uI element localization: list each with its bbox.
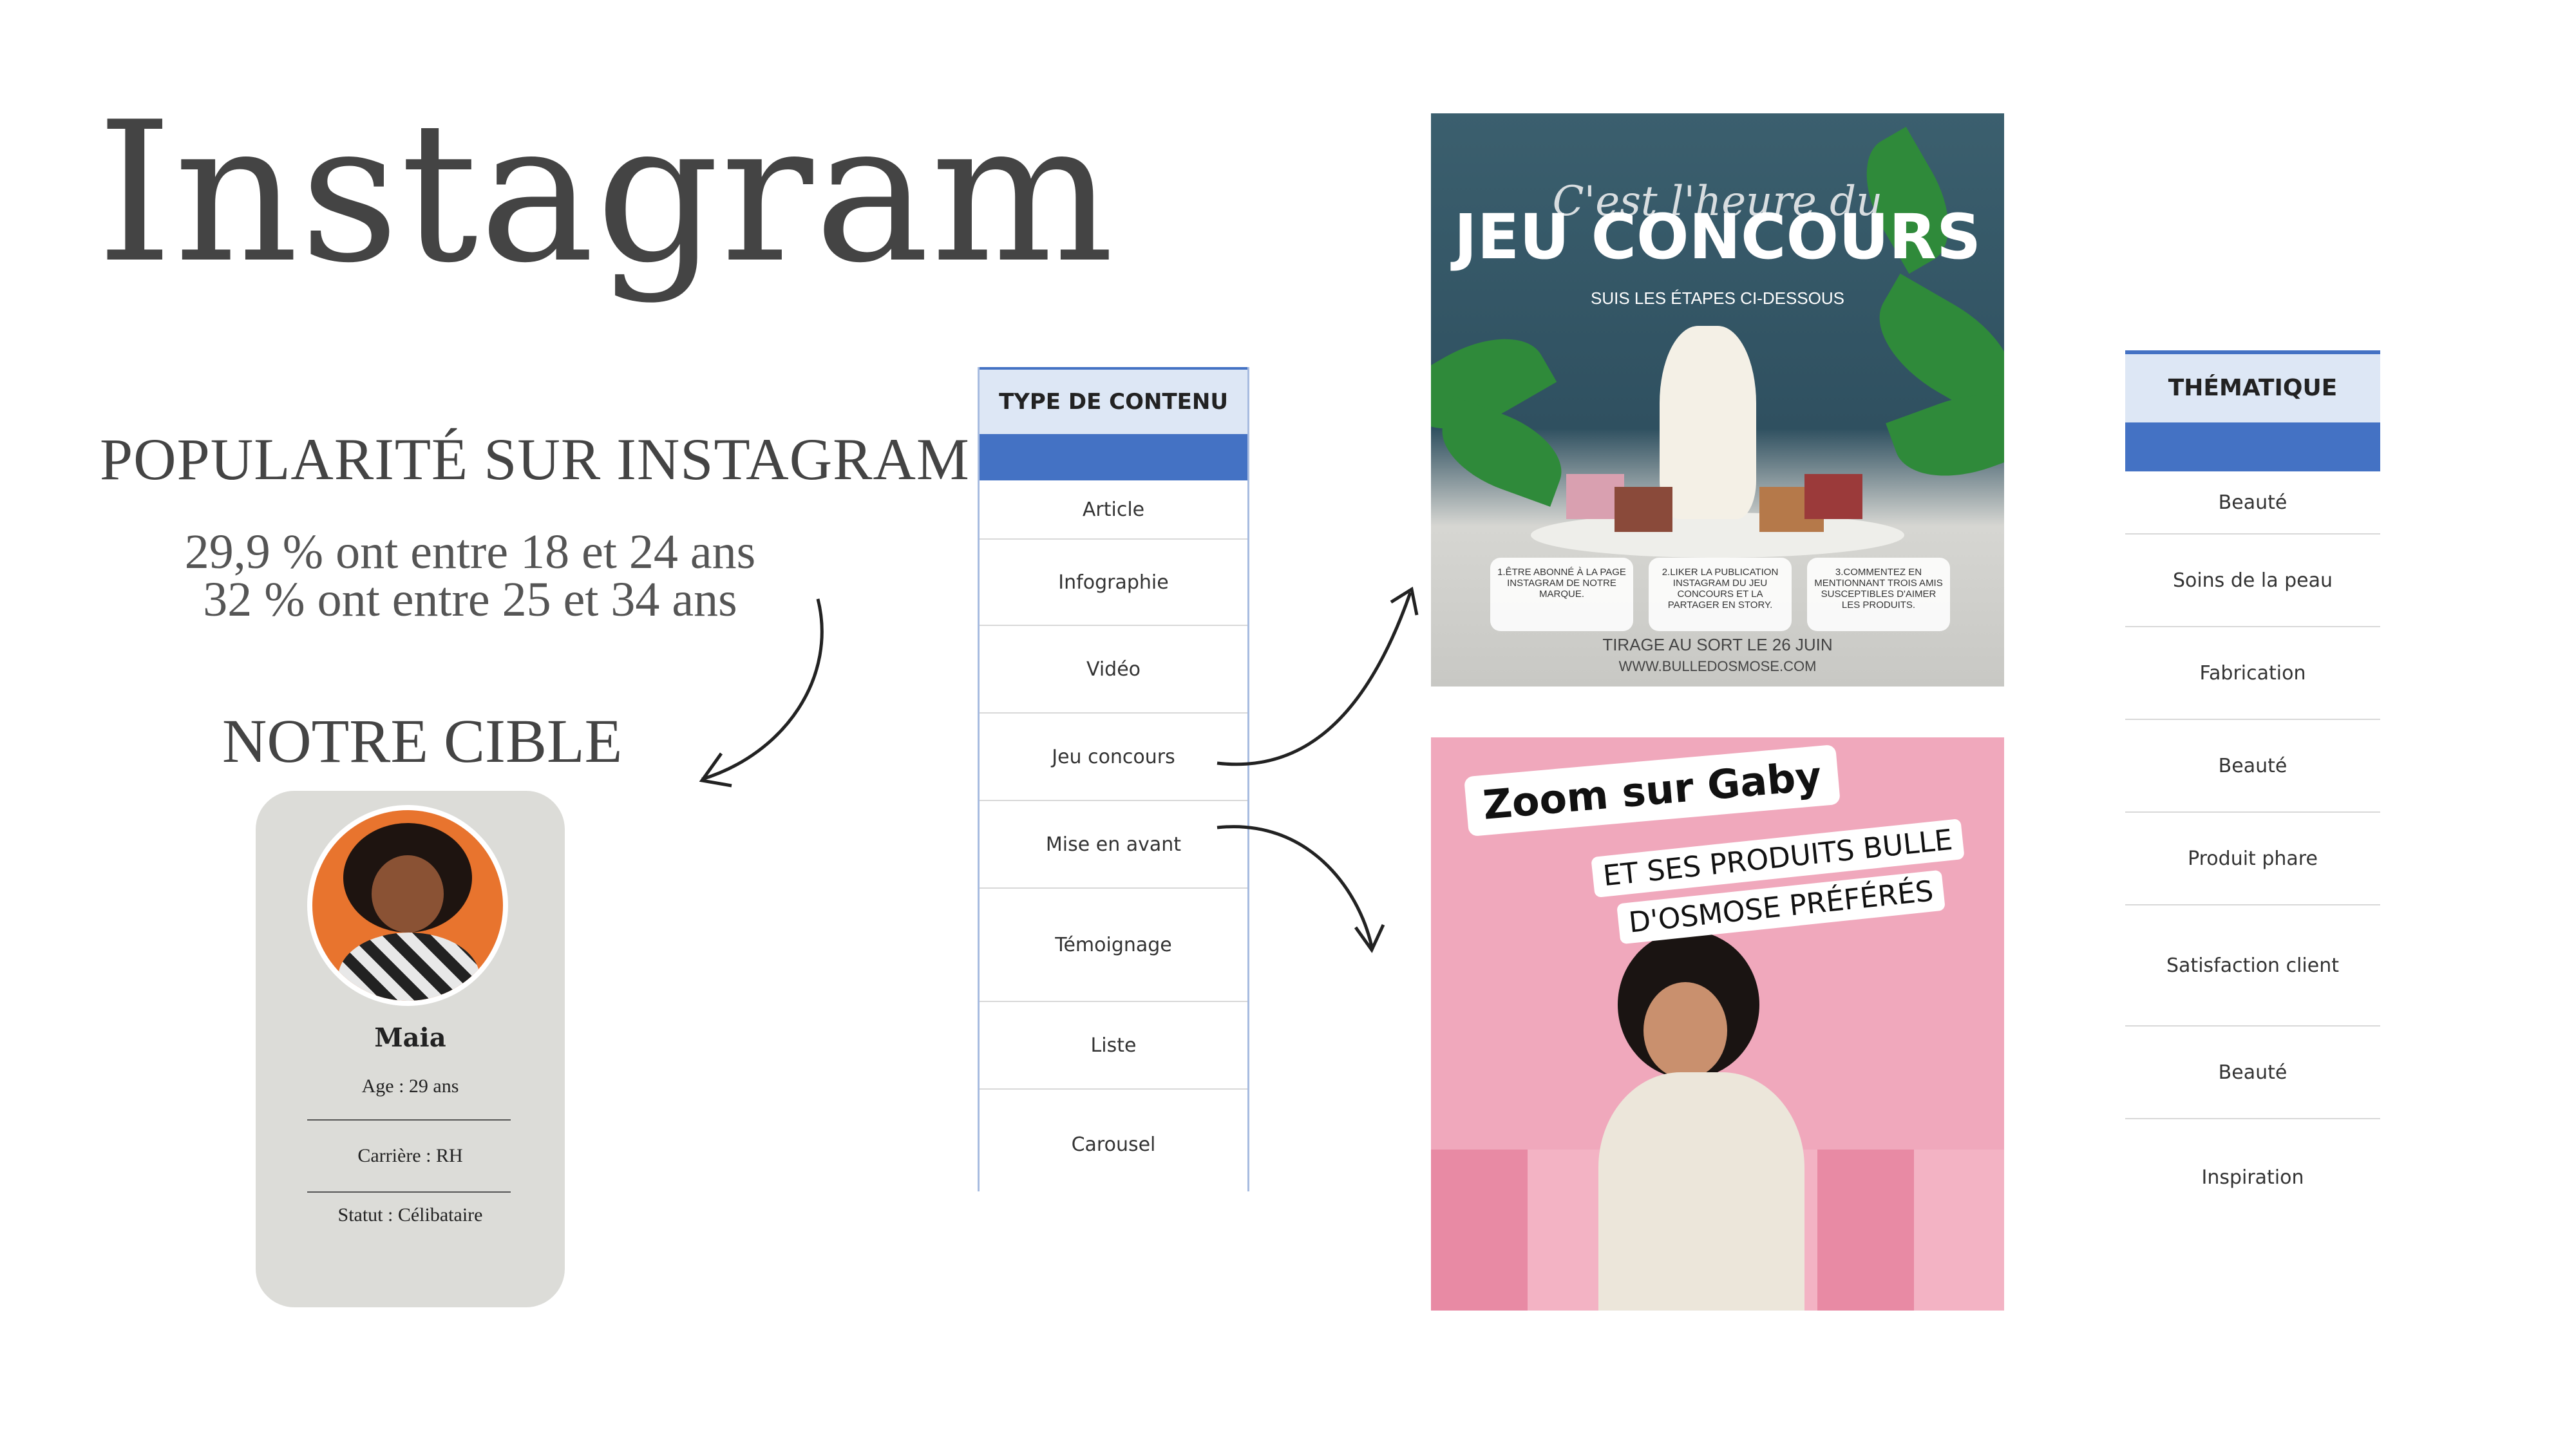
curved-arrow-to-target [701,598,824,781]
curved-arrow-to-contest [1217,592,1412,766]
arrows-layer [699,586,1419,953]
curved-arrow-to-zoom [1217,825,1374,947]
